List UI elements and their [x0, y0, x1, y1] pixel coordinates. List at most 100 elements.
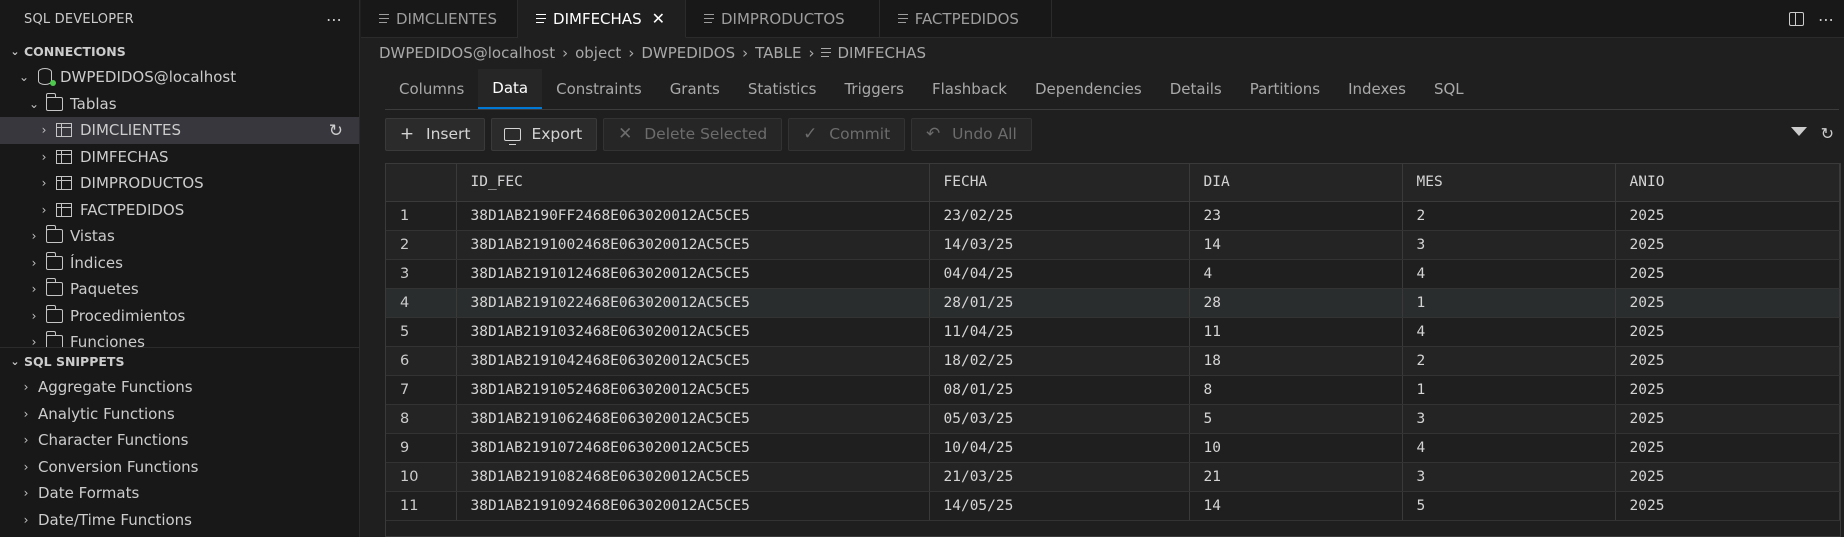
connections-section-header[interactable]: ⌄ CONNECTIONS: [0, 38, 359, 64]
breadcrumb-item[interactable]: DWPEDIDOS: [641, 44, 735, 62]
table-cell[interactable]: 38D1AB2191042468E063020012AC5CE5: [456, 346, 930, 376]
table-row[interactable]: 6 38D1AB2191042468E063020012AC5CE5 18/02/2…: [386, 346, 1840, 376]
subtab-indexes[interactable]: Indexes: [1334, 69, 1420, 109]
tree-item-table[interactable]: › DIMFECHAS: [0, 144, 359, 171]
delete-selected-button[interactable]: ✕ Delete Selected: [603, 117, 783, 151]
subtab-statistics[interactable]: Statistics: [734, 69, 831, 109]
commit-button[interactable]: ✓ Commit: [788, 117, 906, 151]
table-cell[interactable]: 2: [1402, 201, 1616, 231]
table-cell[interactable]: 10: [1189, 433, 1403, 463]
row-number[interactable]: 2: [386, 230, 457, 260]
row-number[interactable]: 5: [386, 317, 457, 347]
table-cell[interactable]: 38D1AB2191092468E063020012AC5CE5: [456, 491, 930, 521]
table-row[interactable]: 7 38D1AB2191052468E063020012AC5CE5 08/01/2…: [386, 375, 1840, 405]
table-row[interactable]: 10 38D1AB2191082468E063020012AC5CE5 21/03/…: [386, 462, 1840, 492]
table-cell[interactable]: 3: [1402, 404, 1616, 434]
table-cell[interactable]: 38D1AB2191012468E063020012AC5CE5: [456, 259, 930, 289]
subtab-data[interactable]: Data: [478, 69, 543, 109]
snippet-item[interactable]: › Aggregate Functions: [0, 374, 359, 401]
filter-icon[interactable]: [1790, 127, 1807, 136]
tab-dimfechas[interactable]: DIMFECHAS ✕: [518, 0, 686, 38]
tree-item-tablas[interactable]: ⌄ Tablas: [0, 91, 359, 118]
subtab-partitions[interactable]: Partitions: [1236, 69, 1334, 109]
column-header[interactable]: MES: [1402, 164, 1616, 202]
table-cell[interactable]: 21/03/25: [929, 462, 1190, 492]
subtab-grants[interactable]: Grants: [656, 69, 734, 109]
row-number[interactable]: 10: [386, 462, 457, 492]
subtab-triggers[interactable]: Triggers: [830, 69, 918, 109]
snippets-section-header[interactable]: ⌄ SQL SNIPPETS: [0, 348, 359, 374]
table-cell[interactable]: 14/03/25: [929, 230, 1190, 260]
close-icon[interactable]: ✕: [652, 9, 665, 28]
table-cell[interactable]: 2025: [1615, 404, 1840, 434]
breadcrumb-item[interactable]: TABLE: [755, 44, 801, 62]
table-cell[interactable]: 2025: [1615, 491, 1840, 521]
table-cell[interactable]: 38D1AB2191032468E063020012AC5CE5: [456, 317, 930, 347]
snippet-item[interactable]: › Character Functions: [0, 427, 359, 454]
table-cell[interactable]: 3: [1402, 230, 1616, 260]
table-cell[interactable]: 28: [1189, 288, 1403, 318]
undo-all-button[interactable]: ↶ Undo All: [911, 117, 1032, 151]
table-cell[interactable]: 11/04/25: [929, 317, 1190, 347]
tree-item-procedimientos[interactable]: › Procedimientos: [0, 303, 359, 330]
table-cell[interactable]: 4: [1402, 259, 1616, 289]
table-cell[interactable]: 10/04/25: [929, 433, 1190, 463]
table-row[interactable]: 2 38D1AB2191002468E063020012AC5CE5 14/03/2…: [386, 230, 1840, 260]
tree-item-connection[interactable]: ⌄ DWPEDIDOS@localhost: [0, 64, 359, 91]
table-cell[interactable]: 38D1AB2191052468E063020012AC5CE5: [456, 375, 930, 405]
subtab-constraints[interactable]: Constraints: [542, 69, 656, 109]
tab-dimproductos[interactable]: DIMPRODUCTOS: [686, 0, 880, 38]
row-number[interactable]: 7: [386, 375, 457, 405]
table-cell[interactable]: 23/02/25: [929, 201, 1190, 231]
table-cell[interactable]: 38D1AB2191022468E063020012AC5CE5: [456, 288, 930, 318]
table-row[interactable]: 11 38D1AB2191092468E063020012AC5CE5 14/05/…: [386, 491, 1840, 521]
snippet-item[interactable]: › Date Formats: [0, 480, 359, 507]
subtab-flashback[interactable]: Flashback: [918, 69, 1021, 109]
snippet-item[interactable]: › Date/Time Functions: [0, 507, 359, 534]
insert-button[interactable]: + Insert: [385, 117, 486, 151]
table-cell[interactable]: 18: [1189, 346, 1403, 376]
tree-item-funciones[interactable]: › Funciones: [0, 329, 359, 347]
subtab-columns[interactable]: Columns: [385, 69, 478, 109]
table-cell[interactable]: 3: [1402, 462, 1616, 492]
table-cell[interactable]: 2025: [1615, 346, 1840, 376]
table-cell[interactable]: 38D1AB2191072468E063020012AC5CE5: [456, 433, 930, 463]
table-cell[interactable]: 04/04/25: [929, 259, 1190, 289]
column-header[interactable]: DIA: [1189, 164, 1403, 202]
table-cell[interactable]: 2025: [1615, 230, 1840, 260]
table-cell[interactable]: 5: [1402, 491, 1616, 521]
table-cell[interactable]: 4: [1402, 317, 1616, 347]
row-number[interactable]: 9: [386, 433, 457, 463]
subtab-sql[interactable]: SQL: [1420, 69, 1478, 109]
table-cell[interactable]: 14/05/25: [929, 491, 1190, 521]
tree-item-table[interactable]: › DIMPRODUCTOS: [0, 170, 359, 197]
table-cell[interactable]: 8: [1189, 375, 1403, 405]
table-cell[interactable]: 4: [1402, 433, 1616, 463]
column-header[interactable]: FECHA: [929, 164, 1190, 202]
table-row[interactable]: 9 38D1AB2191072468E063020012AC5CE5 10/04/2…: [386, 433, 1840, 463]
tree-item-table[interactable]: › DIMCLIENTES ↻: [0, 117, 359, 144]
snippet-item[interactable]: › Analytic Functions: [0, 401, 359, 428]
refresh-icon[interactable]: ↻: [329, 121, 343, 141]
table-cell[interactable]: 38D1AB2191002468E063020012AC5CE5: [456, 230, 930, 260]
breadcrumb-item[interactable]: DWPEDIDOS@localhost: [379, 44, 555, 62]
subtab-details[interactable]: Details: [1156, 69, 1236, 109]
refresh-icon[interactable]: ↻: [1821, 124, 1834, 143]
subtab-dependencies[interactable]: Dependencies: [1021, 69, 1156, 109]
tab-factpedidos[interactable]: FACTPEDIDOS: [880, 0, 1052, 38]
table-cell[interactable]: 5: [1189, 404, 1403, 434]
table-row[interactable]: 8 38D1AB2191062468E063020012AC5CE5 05/03/2…: [386, 404, 1840, 434]
table-cell[interactable]: 38D1AB2191062468E063020012AC5CE5: [456, 404, 930, 434]
table-cell[interactable]: 1: [1402, 375, 1616, 405]
table-cell[interactable]: 4: [1189, 259, 1403, 289]
table-cell[interactable]: 28/01/25: [929, 288, 1190, 318]
tab-dimclientes[interactable]: DIMCLIENTES: [361, 0, 519, 38]
table-row[interactable]: 1 38D1AB2190FF2468E063020012AC5CE5 23/02/2…: [386, 201, 1840, 231]
table-cell[interactable]: 2025: [1615, 433, 1840, 463]
row-number[interactable]: 3: [386, 259, 457, 289]
column-header[interactable]: ANIO: [1615, 164, 1840, 202]
table-cell[interactable]: 2025: [1615, 259, 1840, 289]
table-cell[interactable]: 14: [1189, 230, 1403, 260]
table-cell[interactable]: 14: [1189, 491, 1403, 521]
table-row[interactable]: 5 38D1AB2191032468E063020012AC5CE5 11/04/2…: [386, 317, 1840, 347]
